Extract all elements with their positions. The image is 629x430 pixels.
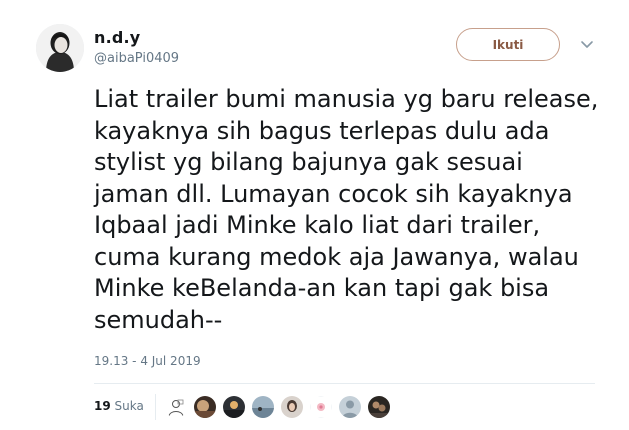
avatar-image — [36, 24, 84, 72]
likes-label: Suka — [114, 399, 144, 413]
tweet-text-line: Iqbaal jadi Minke kalo liat dari trailer… — [94, 211, 541, 239]
liker-avatar[interactable] — [368, 396, 390, 418]
liker-avatar[interactable] — [223, 396, 245, 418]
liker-avatar-image — [310, 396, 332, 418]
tweet-text-line: Liat trailer bumi manusia yg baru releas… — [94, 85, 599, 113]
liker-avatar[interactable] — [339, 396, 361, 418]
liker-avatar[interactable] — [165, 396, 187, 418]
liker-avatar-image — [165, 396, 187, 418]
stats-divider — [94, 383, 595, 384]
liker-avatar[interactable] — [281, 396, 303, 418]
chevron-down-icon[interactable] — [580, 40, 594, 50]
liker-avatar-image — [194, 396, 216, 418]
tweet-text-line: stylist yg bilang bajunya gak sesuai — [94, 148, 523, 176]
tweet-card: n.d.y @aibaPi0409 Ikuti Liat trailer bum… — [0, 0, 629, 430]
liker-avatar-image — [252, 396, 274, 418]
tweet-timestamp[interactable]: 19.13 - 4 Jul 2019 — [94, 354, 201, 368]
liker-avatar-image — [281, 396, 303, 418]
liker-avatar[interactable] — [310, 396, 332, 418]
tweet-text-line: Minke keBelanda-an kan tapi gak bisa — [94, 274, 550, 302]
liker-avatar-image — [223, 396, 245, 418]
liker-avatar-image — [339, 396, 361, 418]
author-avatar[interactable] — [36, 24, 84, 72]
author-display-name[interactable]: n.d.y — [94, 28, 140, 47]
tweet-text-line: semudah-- — [94, 305, 223, 334]
tweet-text-line: kayaknya sih bagus terlepas dulu ada — [94, 116, 550, 145]
liker-avatar[interactable] — [194, 396, 216, 418]
follow-button[interactable]: Ikuti — [456, 28, 560, 61]
liker-avatar[interactable] — [252, 396, 274, 418]
tweet-text-line: jaman dll. Lumayan cocok sih kayaknya — [94, 179, 573, 208]
likes-count: 19 — [94, 399, 111, 413]
likes-stat[interactable]: 19 Suka — [94, 399, 144, 413]
likes-divider — [155, 394, 156, 420]
likers-avatars — [165, 396, 397, 418]
author-username[interactable]: @aibaPi0409 — [94, 51, 179, 66]
liker-avatar-image — [368, 396, 390, 418]
tweet-text: Liat trailer bumi manusia yg baru releas… — [94, 84, 609, 336]
tweet-text-line: cuma kurang medok aja Jawanya, walau — [94, 242, 579, 271]
